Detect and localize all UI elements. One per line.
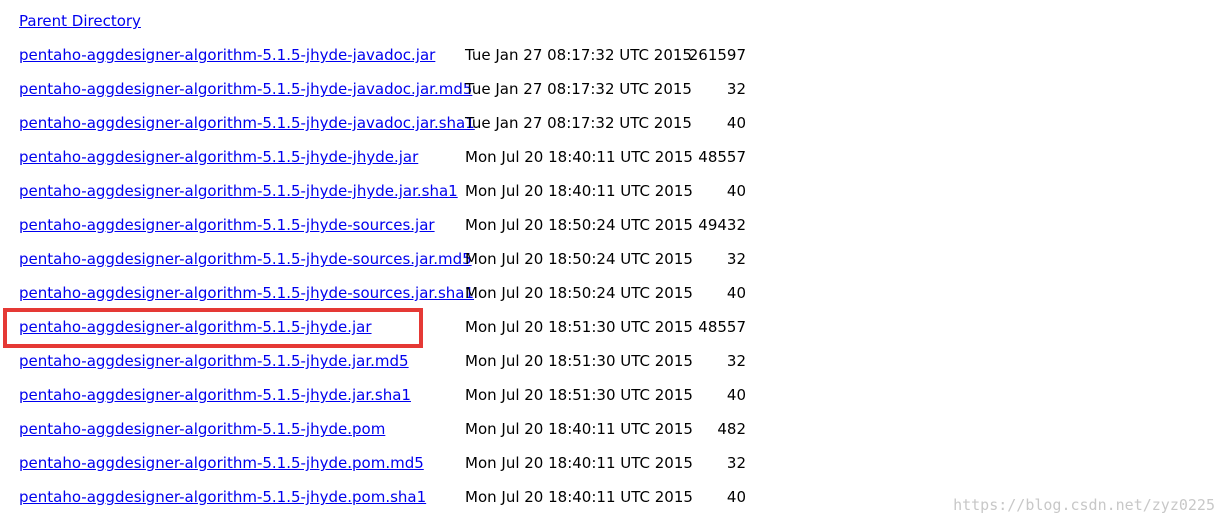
file-link[interactable]: pentaho-aggdesigner-algorithm-5.1.5-jhyd… [19, 215, 435, 235]
file-size: 32 [726, 454, 746, 472]
file-link[interactable]: pentaho-aggdesigner-algorithm-5.1.5-jhyd… [19, 45, 435, 65]
file-link[interactable]: pentaho-aggdesigner-algorithm-5.1.5-jhyd… [19, 249, 472, 269]
file-size: 40 [726, 284, 746, 302]
file-date: Tue Jan 27 08:17:32 UTC 2015 [465, 46, 692, 64]
file-date: Tue Jan 27 08:17:32 UTC 2015 [465, 80, 692, 98]
file-size: 32 [726, 352, 746, 370]
file-link[interactable]: pentaho-aggdesigner-algorithm-5.1.5-jhyd… [19, 317, 372, 337]
file-size: 32 [726, 250, 746, 268]
file-size: 40 [726, 182, 746, 200]
file-row: pentaho-aggdesigner-algorithm-5.1.5-jhyd… [19, 102, 759, 136]
file-row: pentaho-aggdesigner-algorithm-5.1.5-jhyd… [19, 408, 759, 442]
file-link[interactable]: pentaho-aggdesigner-algorithm-5.1.5-jhyd… [19, 487, 426, 507]
file-link[interactable]: pentaho-aggdesigner-algorithm-5.1.5-jhyd… [19, 351, 409, 371]
file-link[interactable]: pentaho-aggdesigner-algorithm-5.1.5-jhyd… [19, 147, 418, 167]
file-link[interactable]: pentaho-aggdesigner-algorithm-5.1.5-jhyd… [19, 113, 475, 133]
file-row: pentaho-aggdesigner-algorithm-5.1.5-jhyd… [19, 68, 759, 102]
file-row-highlighted: pentaho-aggdesigner-algorithm-5.1.5-jhyd… [19, 306, 759, 340]
file-size: 49432 [698, 216, 746, 234]
parent-directory-link[interactable]: Parent Directory [19, 11, 141, 31]
file-row: pentaho-aggdesigner-algorithm-5.1.5-jhyd… [19, 374, 759, 408]
file-size: 32 [726, 80, 746, 98]
file-link[interactable]: pentaho-aggdesigner-algorithm-5.1.5-jhyd… [19, 283, 474, 303]
watermark: https://blog.csdn.net/zyz0225 [953, 496, 1215, 514]
file-size: 40 [726, 386, 746, 404]
file-row: pentaho-aggdesigner-algorithm-5.1.5-jhyd… [19, 476, 759, 510]
file-size: 40 [726, 488, 746, 506]
file-link[interactable]: pentaho-aggdesigner-algorithm-5.1.5-jhyd… [19, 181, 458, 201]
file-size: 482 [717, 420, 746, 438]
file-row: pentaho-aggdesigner-algorithm-5.1.5-jhyd… [19, 204, 759, 238]
file-row: pentaho-aggdesigner-algorithm-5.1.5-jhyd… [19, 272, 759, 306]
file-row: pentaho-aggdesigner-algorithm-5.1.5-jhyd… [19, 340, 759, 374]
file-row: pentaho-aggdesigner-algorithm-5.1.5-jhyd… [19, 170, 759, 204]
file-row: pentaho-aggdesigner-algorithm-5.1.5-jhyd… [19, 34, 759, 68]
file-link[interactable]: pentaho-aggdesigner-algorithm-5.1.5-jhyd… [19, 385, 411, 405]
file-size: 48557 [698, 148, 746, 166]
file-link[interactable]: pentaho-aggdesigner-algorithm-5.1.5-jhyd… [19, 419, 385, 439]
file-link[interactable]: pentaho-aggdesigner-algorithm-5.1.5-jhyd… [19, 453, 424, 473]
file-row: pentaho-aggdesigner-algorithm-5.1.5-jhyd… [19, 136, 759, 170]
file-size: 40 [726, 114, 746, 132]
file-date: Tue Jan 27 08:17:32 UTC 2015 [465, 114, 692, 132]
file-row: pentaho-aggdesigner-algorithm-5.1.5-jhyd… [19, 442, 759, 476]
parent-directory-row: Parent Directory [19, 0, 759, 34]
file-link[interactable]: pentaho-aggdesigner-algorithm-5.1.5-jhyd… [19, 79, 472, 99]
file-row: pentaho-aggdesigner-algorithm-5.1.5-jhyd… [19, 238, 759, 272]
file-size: 48557 [698, 318, 746, 336]
file-size: 261597 [688, 46, 746, 64]
